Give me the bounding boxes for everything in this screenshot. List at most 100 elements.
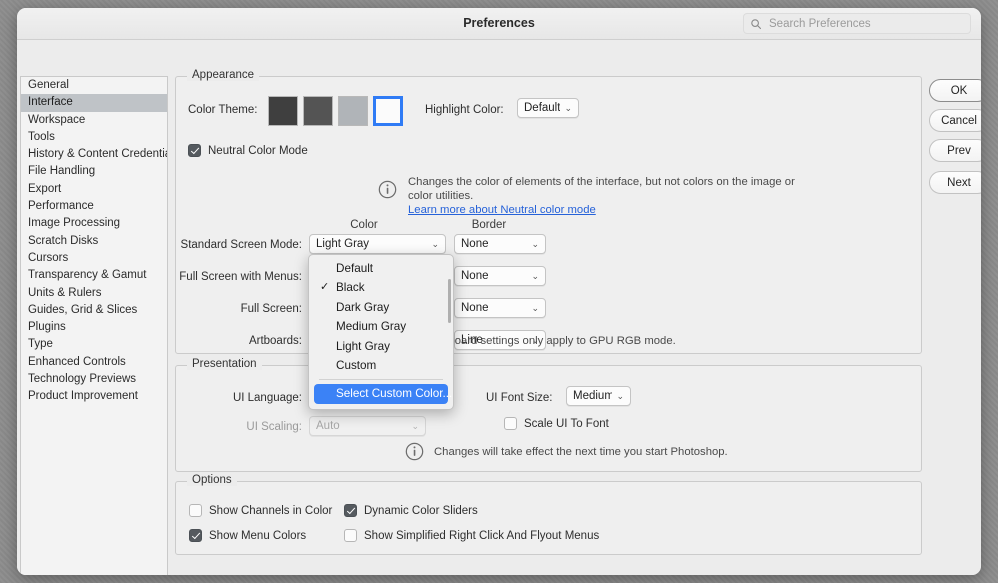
ok-button[interactable]: OK [929,79,981,102]
sidebar-item-units-rulers[interactable]: Units & Rulers [21,285,167,302]
sidebar-item-workspace[interactable]: Workspace [21,112,167,129]
sidebar-item-cursors[interactable]: Cursors [21,250,167,267]
sidebar-item-enhanced-controls[interactable]: Enhanced Controls [21,354,167,371]
show-channels-in-color-checkbox[interactable] [189,504,202,517]
sidebar-item-interface[interactable]: Interface [21,94,167,112]
chevron-down-icon: ⌄ [616,390,624,401]
search-icon [751,18,762,29]
ui-font-size-select[interactable]: Medium ⌄ [566,386,631,406]
ui-scaling-select: Auto ⌄ [309,416,426,436]
chevron-down-icon: ⌄ [431,238,439,249]
standard-screen-mode-border-select[interactable]: None ⌄ [454,234,546,254]
options-panel: Options Show Channels in Color Dynamic C… [175,474,922,555]
neutral-color-mode-checkbox[interactable] [188,144,201,157]
light-gray-theme-swatch[interactable] [338,96,368,126]
sidebar-item-history-content-credentials[interactable]: History & Content Credentials [21,146,167,163]
menu-item-light-gray-label: Light Gray [336,339,390,353]
full-screen-with-menus-border-value: None [461,270,489,282]
dynamic-color-sliders-row[interactable]: Dynamic Color Sliders [344,504,478,517]
menu-item-custom[interactable]: Custom [309,356,453,375]
ui-scaling-value: Auto [316,420,340,432]
menu-item-light-gray[interactable]: Light Gray [309,337,453,356]
show-channels-in-color-row[interactable]: Show Channels in Color [189,504,332,517]
standard-screen-mode-color-select[interactable]: Light Gray ⌄ [309,234,446,254]
neutral-color-mode-learn-more-link[interactable]: Learn more about Neutral color mode [408,204,596,216]
full-screen-with-menus-label: Full Screen with Menus: [179,271,302,283]
ui-font-size-value: Medium [573,390,613,402]
highlight-color-value: Default [524,102,561,114]
sidebar-item-transparency-gamut[interactable]: Transparency & Gamut [21,267,167,284]
show-menu-colors-row[interactable]: Show Menu Colors [189,529,306,542]
dark-theme-swatch[interactable] [268,96,298,126]
ui-language-label: UI Language: [232,392,302,404]
presentation-panel-title: Presentation [187,358,262,370]
menu-item-dark-gray[interactable]: Dark Gray [309,298,453,317]
scale-ui-to-font-checkbox[interactable] [504,417,517,430]
next-button[interactable]: Next [929,171,981,194]
appearance-panel: Appearance Color Theme: Highlight Color:… [175,69,922,354]
sidebar-item-performance[interactable]: Performance [21,198,167,215]
scale-ui-to-font-row[interactable]: Scale UI To Font [504,417,609,430]
presentation-panel: Presentation UI Language: ⌄ UI Font Size… [175,358,922,472]
medium-dark-theme-swatch[interactable] [303,96,333,126]
options-panel-title: Options [187,474,237,486]
sidebar-item-scratch-disks[interactable]: Scratch Disks [21,233,167,250]
sidebar-item-product-improvement[interactable]: Product Improvement [21,388,167,405]
sidebar-item-plugins[interactable]: Plugins [21,319,167,336]
artboards-label: Artboards: [248,335,302,347]
standard-screen-mode-label: Standard Screen Mode: [180,239,302,251]
info-icon [378,180,397,199]
show-simplified-menus-row[interactable]: Show Simplified Right Click And Flyout M… [344,529,599,542]
chevron-down-icon: ⌄ [411,420,419,431]
sidebar-item-technology-previews[interactable]: Technology Previews [21,371,167,388]
presentation-info-text: Changes will take effect the next time y… [434,446,728,458]
sidebar-item-image-processing[interactable]: Image Processing [21,215,167,232]
sidebar-item-export[interactable]: Export [21,181,167,198]
color-column-header: Color [350,219,378,231]
neutral-color-mode-info-text: Changes the color of elements of the int… [408,176,795,202]
sidebar-item-guides-grid-slices[interactable]: Guides, Grid & Slices [21,302,167,319]
white-theme-swatch[interactable] [373,96,403,126]
search-preferences-field[interactable] [743,13,971,34]
menu-item-default[interactable]: Default [309,259,453,278]
menu-item-black-label: Black [336,281,365,295]
menu-item-medium-gray[interactable]: Medium Gray [309,317,453,336]
neutral-color-mode-label: Neutral Color Mode [208,144,308,157]
dynamic-color-sliders-checkbox[interactable] [344,504,357,517]
sidebar-item-type[interactable]: Type [21,336,167,353]
search-input[interactable] [767,16,964,31]
cancel-button[interactable]: Cancel [929,109,981,132]
sidebar-item-file-handling[interactable]: File Handling [21,163,167,180]
chevron-down-icon: ⌄ [531,270,539,281]
full-screen-border-value: None [461,302,489,314]
show-channels-in-color-label: Show Channels in Color [209,504,333,517]
border-column-header: Border [471,219,507,231]
menu-item-dark-gray-label: Dark Gray [336,300,390,314]
show-menu-colors-label: Show Menu Colors [209,529,307,542]
show-simplified-menus-checkbox[interactable] [344,529,357,542]
standard-screen-mode-color-value: Light Gray [316,238,370,250]
menu-separator [319,379,443,381]
sidebar-item-tools[interactable]: Tools [21,129,167,146]
menu-item-custom-label: Custom [336,358,377,372]
menu-item-black[interactable]: ✓ Black [309,278,453,297]
full-screen-with-menus-border-select[interactable]: None ⌄ [454,266,546,286]
ui-scaling-label: UI Scaling: [246,421,302,433]
neutral-color-mode-row[interactable]: Neutral Color Mode [188,144,308,157]
full-screen-border-select[interactable]: None ⌄ [454,298,546,318]
prev-button[interactable]: Prev [929,139,981,162]
highlight-color-select[interactable]: Default ⌄ [517,98,579,118]
artboard-note-text: Artboard settings only apply to GPU RGB … [434,335,676,347]
sidebar-item-general[interactable]: General [21,77,167,94]
menu-item-default-label: Default [336,262,374,275]
dynamic-color-sliders-label: Dynamic Color Sliders [364,504,478,517]
screen-mode-color-dropdown-menu[interactable]: Default ✓ Black Dark Gray Medium Gray Li… [308,254,454,410]
standard-screen-mode-border-value: None [461,238,489,250]
menu-item-select-custom-color[interactable]: Select Custom Color... [314,384,452,404]
window-titlebar: Preferences [17,8,981,40]
preferences-category-list[interactable]: General Interface Workspace Tools Histor… [20,76,168,575]
menu-item-medium-gray-label: Medium Gray [336,320,407,334]
ui-font-size-label: UI Font Size: [486,392,553,404]
show-menu-colors-checkbox[interactable] [189,529,202,542]
menu-scroll-indicator[interactable] [448,279,451,323]
